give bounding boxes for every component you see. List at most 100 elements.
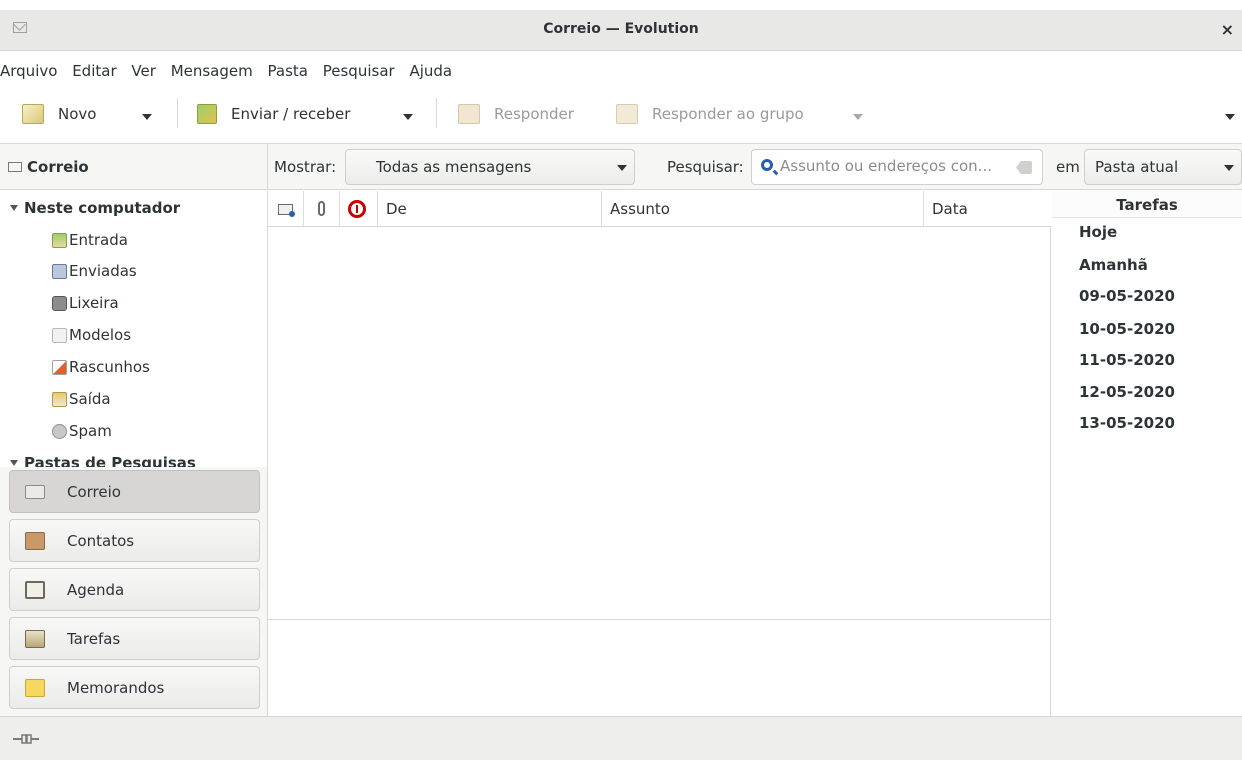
task-group-row[interactable]: Hoje (1079, 223, 1117, 241)
sidebar-title: Correio (27, 158, 89, 176)
switcher-correio[interactable]: Correio (9, 470, 260, 513)
clear-search-icon[interactable] (1016, 161, 1032, 174)
switcher-agenda[interactable]: Agenda (9, 568, 260, 611)
tree-node-local[interactable]: Neste computador (10, 199, 180, 217)
search-field[interactable] (751, 149, 1043, 185)
message-list[interactable]: De Assunto Data (268, 191, 1051, 619)
reply-group-dropdown-arrow-icon[interactable] (853, 114, 863, 120)
column-flag[interactable] (340, 191, 378, 227)
task-group-row[interactable]: 12-05-2020 (1079, 383, 1175, 401)
task-group-row[interactable]: 10-05-2020 (1079, 320, 1175, 338)
mail-icon (25, 484, 45, 499)
switcher-memorandos[interactable]: Memorandos (9, 666, 260, 709)
folder-label: Lixeira (69, 294, 119, 312)
component-switcher: Correio Contatos Agenda Tarefas Memorand… (0, 467, 268, 716)
window-title: Correio — Evolution (543, 21, 699, 37)
template-icon (52, 327, 67, 343)
tree-node-search-folders[interactable]: Pastas de Pesquisas (10, 454, 196, 467)
folder-spam[interactable]: Spam (52, 422, 112, 440)
tasks-pane: Tarefas Hoje Amanhã 09-05-2020 10-05-202… (1052, 191, 1242, 716)
send-receive-dropdown-arrow-icon[interactable] (403, 114, 413, 120)
new-button[interactable]: Novo (22, 104, 96, 124)
toolbar-separator (177, 98, 178, 128)
tree-node-label: Pastas de Pesquisas (24, 454, 196, 467)
switcher-label: Correio (67, 482, 121, 501)
folder-enviadas[interactable]: Enviadas (52, 262, 137, 280)
folder-modelos[interactable]: Modelos (52, 326, 131, 344)
search-input[interactable] (780, 157, 1016, 175)
task-group-row[interactable]: 13-05-2020 (1079, 414, 1175, 432)
folder-entrada[interactable]: Entrada (52, 231, 128, 249)
send-receive-button[interactable]: Enviar / receber (197, 104, 350, 124)
close-icon[interactable]: × (1221, 20, 1234, 39)
folder-label: Rascunhos (69, 358, 150, 376)
task-group-row[interactable]: Amanhã (1079, 256, 1148, 274)
expander-icon[interactable] (10, 460, 18, 466)
menu-arquivo[interactable]: Arquivo (0, 62, 57, 80)
column-from-label: De (386, 200, 407, 218)
scope-select[interactable]: Pasta atual (1084, 149, 1242, 185)
menu-ajuda[interactable]: Ajuda (409, 62, 452, 80)
contacts-icon (25, 531, 45, 550)
column-subject[interactable]: Assunto (602, 191, 924, 227)
folder-label: Saída (69, 390, 111, 408)
column-date[interactable]: Data (924, 191, 1051, 227)
chevron-down-icon (617, 165, 627, 171)
reply-button-label: Responder (494, 105, 574, 123)
reply-group-button-label: Responder ao grupo (652, 105, 804, 123)
menu-mensagem[interactable]: Mensagem (171, 62, 253, 80)
switcher-contatos[interactable]: Contatos (9, 519, 260, 562)
draft-icon (52, 359, 67, 375)
chevron-down-icon (1224, 165, 1234, 171)
show-label: Mostrar: (274, 158, 337, 176)
calendar-icon (25, 580, 45, 599)
column-status[interactable] (268, 191, 304, 227)
reply-group-button[interactable]: Responder ao grupo (616, 104, 804, 124)
column-from[interactable]: De (378, 191, 602, 227)
menu-pesquisar[interactable]: Pesquisar (323, 62, 395, 80)
tasks-icon (25, 629, 45, 648)
task-group-row[interactable]: 09-05-2020 (1079, 287, 1175, 305)
online-status-icon[interactable] (13, 734, 39, 744)
column-subject-label: Assunto (610, 200, 670, 218)
search-icon[interactable] (761, 159, 773, 171)
folder-rascunhos[interactable]: Rascunhos (52, 358, 150, 376)
paperclip-icon (318, 201, 325, 216)
tree-node-label: Neste computador (24, 199, 181, 217)
folder-lixeira[interactable]: Lixeira (52, 294, 119, 312)
switcher-tarefas[interactable]: Tarefas (9, 617, 260, 660)
task-group-row[interactable]: 11-05-2020 (1079, 351, 1175, 369)
menu-editar[interactable]: Editar (72, 62, 116, 80)
preview-pane[interactable] (268, 619, 1051, 716)
title-bar: Correio — Evolution × (0, 10, 1242, 51)
memo-icon (25, 678, 45, 697)
new-button-label: Novo (58, 105, 97, 123)
menu-ver[interactable]: Ver (131, 62, 156, 80)
folder-label: Entrada (69, 231, 128, 249)
toolbar-overflow-arrow-icon[interactable] (1225, 114, 1235, 120)
tasks-header[interactable]: Tarefas (1052, 191, 1242, 218)
sidebar-header: Correio (0, 143, 268, 190)
column-headers: De Assunto Data (268, 191, 1051, 227)
column-date-label: Data (932, 200, 968, 218)
scope-select-value: Pasta atual (1095, 158, 1179, 176)
switcher-label: Agenda (67, 580, 125, 599)
column-attachment[interactable] (304, 191, 340, 227)
toolbar-separator (436, 98, 437, 128)
outbox-icon (52, 391, 67, 407)
send-receive-icon (197, 104, 217, 124)
folder-label: Enviadas (69, 262, 137, 280)
menu-pasta[interactable]: Pasta (268, 62, 308, 80)
switcher-label: Tarefas (67, 629, 121, 648)
folder-saida[interactable]: Saída (52, 390, 111, 408)
new-mail-icon (22, 104, 44, 124)
unread-dot-icon (289, 211, 295, 217)
scope-label: em (1056, 158, 1080, 176)
folder-label: Spam (69, 422, 112, 440)
reply-group-icon (616, 104, 638, 124)
show-select[interactable]: Todas as mensagens (345, 149, 635, 185)
expander-icon[interactable] (10, 205, 18, 211)
search-label: Pesquisar: (667, 158, 744, 176)
reply-button[interactable]: Responder (458, 104, 574, 124)
new-dropdown-arrow-icon[interactable] (142, 114, 152, 120)
